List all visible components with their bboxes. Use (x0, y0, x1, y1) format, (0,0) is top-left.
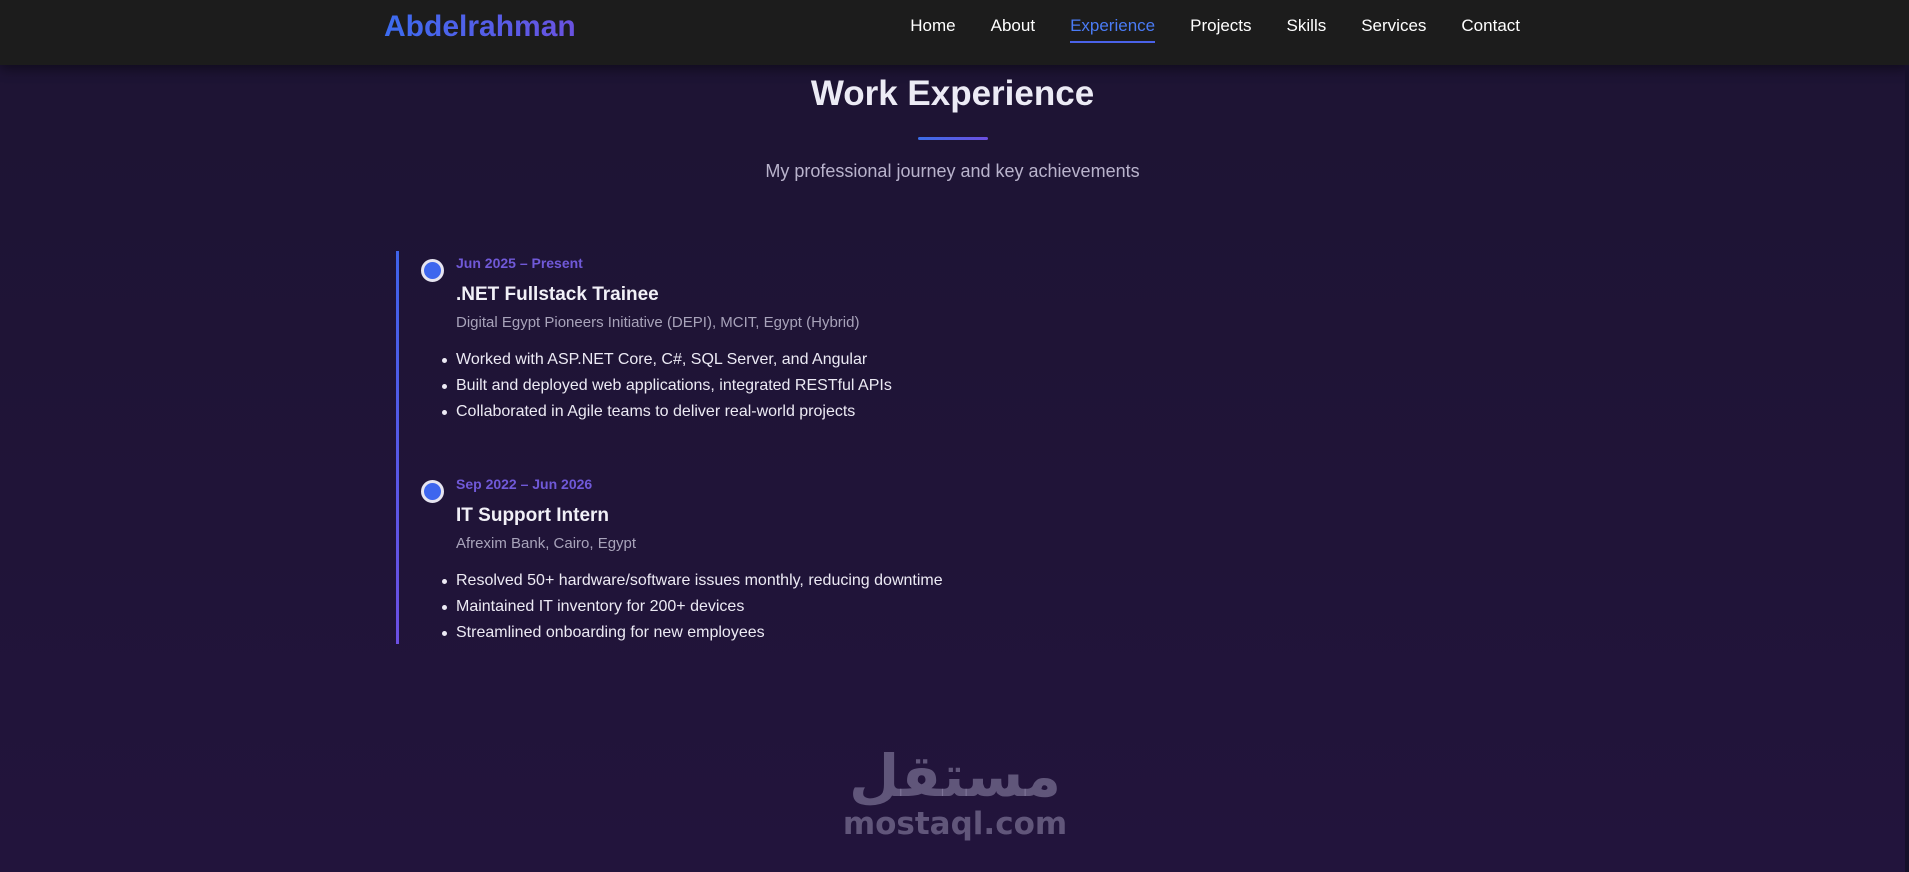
experience-date: Sep 2022 – Jun 2026 (456, 476, 593, 492)
nav-link-services[interactable]: Services (1361, 16, 1426, 42)
experience-date: Jun 2025 – Present (456, 255, 583, 271)
timeline-dot-icon (421, 480, 444, 503)
nav-links: Home About Experience Projects Skills Se… (875, 16, 1520, 43)
experience-point: Collaborated in Agile teams to deliver r… (442, 399, 892, 425)
experience-points: Worked with ASP.NET Core, C#, SQL Server… (442, 347, 892, 425)
timeline-line (396, 251, 399, 644)
experience-points: Resolved 50+ hardware/software issues mo… (442, 568, 943, 646)
brand-logo[interactable]: Abdelrahman (384, 10, 576, 44)
experience-organization: Afrexim Bank, Cairo, Egypt (456, 535, 637, 552)
watermark-latin: mostaql.com (842, 806, 1068, 842)
experience-organization: Digital Egypt Pioneers Initiative (DEPI)… (456, 314, 860, 331)
title-underline (918, 137, 988, 140)
nav-link-projects[interactable]: Projects (1190, 16, 1251, 42)
nav-link-skills[interactable]: Skills (1287, 16, 1327, 42)
experience-point: Resolved 50+ hardware/software issues mo… (442, 568, 943, 594)
experience-point: Built and deployed web applications, int… (442, 373, 892, 399)
experience-role: IT Support Intern (456, 505, 610, 526)
section-title: Work Experience (810, 74, 1095, 113)
scrollbar[interactable] (1905, 65, 1909, 872)
timeline-dot-icon (421, 259, 444, 282)
experience-point: Maintained IT inventory for 200+ devices (442, 594, 943, 620)
nav-link-about[interactable]: About (991, 16, 1035, 42)
nav-link-home[interactable]: Home (910, 16, 955, 42)
nav-link-contact[interactable]: Contact (1461, 16, 1520, 42)
nav-link-experience[interactable]: Experience (1070, 16, 1156, 43)
section-subtitle: My professional journey and key achievem… (765, 161, 1140, 181)
experience-point: Streamlined onboarding for new employees (442, 620, 943, 646)
experience-point: Worked with ASP.NET Core, C#, SQL Server… (442, 347, 892, 373)
watermark-arabic: مستقل (848, 742, 1062, 810)
experience-role: .NET Fullstack Trainee (456, 284, 659, 305)
top-navbar: Abdelrahman Home About Experience Projec… (0, 0, 1909, 65)
mostaql-watermark: مستقل mostaql.com (820, 745, 1090, 855)
